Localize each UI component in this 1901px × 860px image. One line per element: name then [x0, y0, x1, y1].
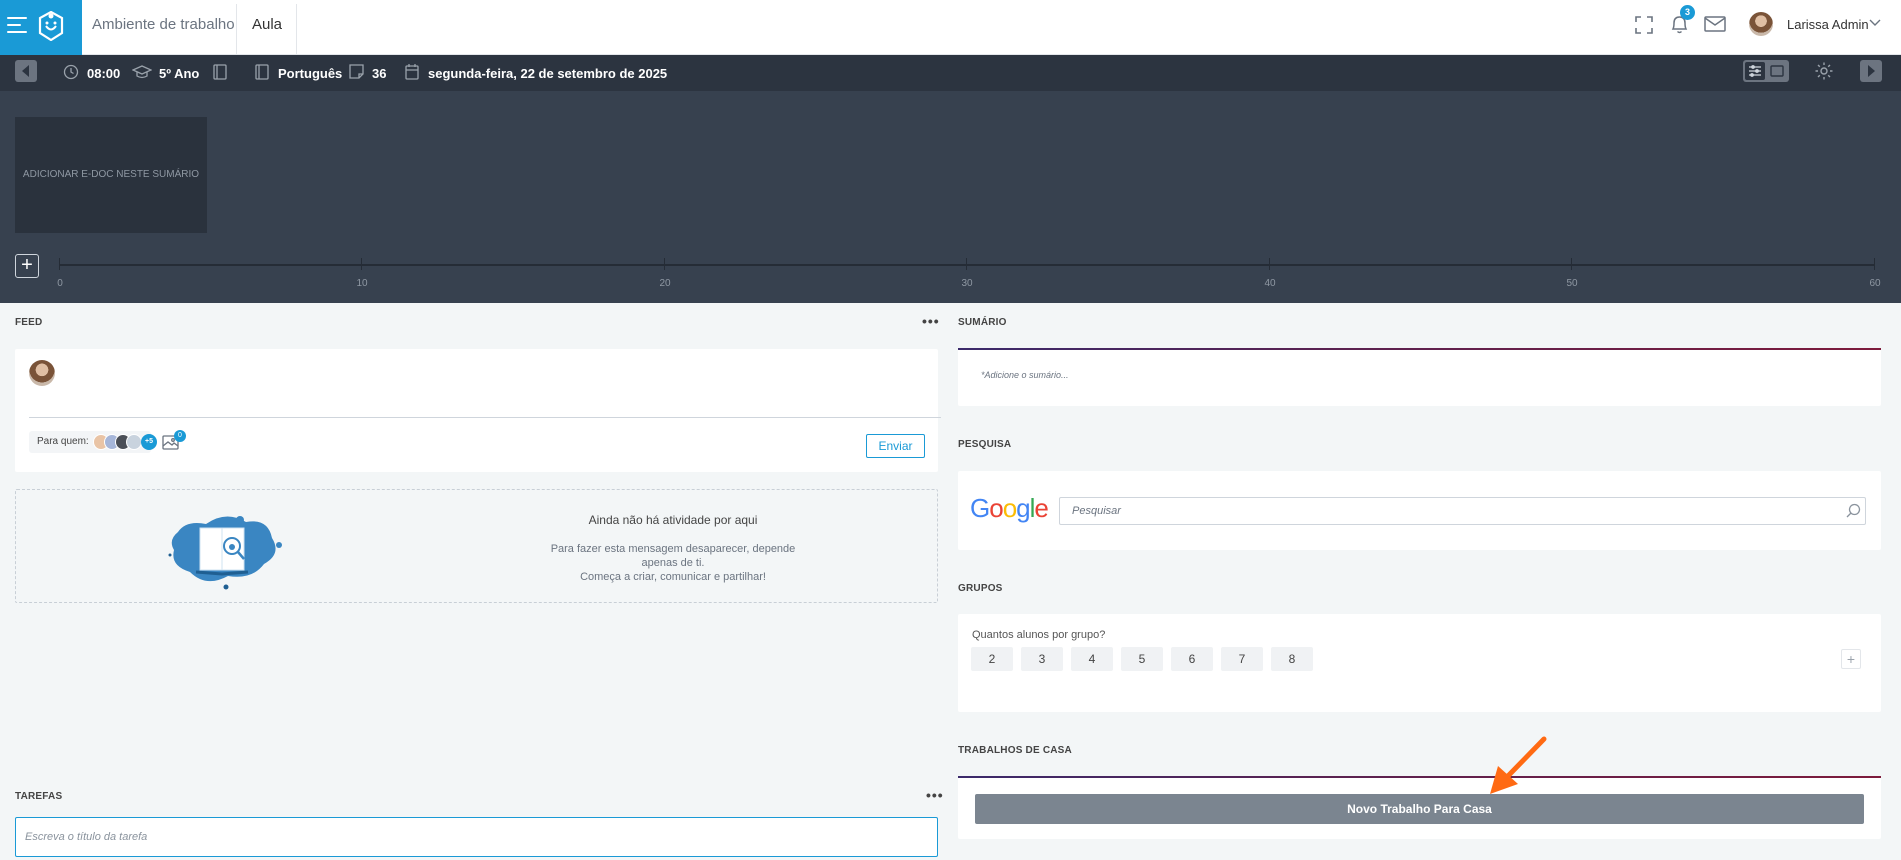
- tasks-more-button[interactable]: •••: [926, 787, 944, 803]
- lesson-time: 08:00: [87, 66, 121, 81]
- lesson-subject: Português: [278, 66, 343, 81]
- groups-title: GRUPOS: [958, 583, 1003, 594]
- timeline-tick-label: 0: [57, 278, 63, 289]
- tasks-title: TAREFAS: [15, 791, 63, 802]
- recipients-label: Para quem:: [37, 436, 89, 447]
- timeline-tick-label: 20: [659, 278, 671, 289]
- new-homework-button[interactable]: Novo Trabalho Para Casa: [975, 794, 1864, 824]
- timeline-tick: [1571, 258, 1572, 270]
- empty-feed-title: Ainda não há atividade por aqui: [588, 513, 758, 527]
- homework-card: Novo Trabalho Para Casa: [958, 776, 1881, 839]
- triangle-left-icon: [22, 65, 29, 77]
- card-view-icon[interactable]: [1767, 62, 1787, 80]
- avatar[interactable]: [1749, 12, 1773, 36]
- summary-title: SUMÁRIO: [958, 317, 1007, 328]
- list-view-icon[interactable]: [1745, 62, 1765, 80]
- recipients-selector[interactable]: Para quem: +5: [29, 431, 157, 453]
- homework-accent-line: [958, 776, 1881, 778]
- timeline-tick: [59, 258, 60, 270]
- breadcrumb-current: Aula: [252, 16, 283, 33]
- groups-card: Quantos alunos por grupo? 2 3 4 5 6 7 8 …: [958, 614, 1881, 712]
- search-icon[interactable]: [1846, 503, 1861, 518]
- group-size-option[interactable]: 7: [1221, 647, 1263, 671]
- hamburger-icon[interactable]: [7, 17, 27, 38]
- group-size-option[interactable]: 5: [1121, 647, 1163, 671]
- group-size-option[interactable]: 8: [1271, 647, 1313, 671]
- recipients-more-badge: +5: [141, 434, 157, 450]
- triangle-right-icon: [1868, 65, 1875, 77]
- clock-icon: [63, 64, 79, 80]
- task-title-input[interactable]: [15, 817, 938, 857]
- mail-icon[interactable]: [1704, 16, 1726, 32]
- timeline-tick: [1874, 258, 1875, 270]
- avatar: [29, 360, 55, 386]
- group-size-option[interactable]: 3: [1021, 647, 1063, 671]
- search-input[interactable]: [1059, 497, 1866, 525]
- add-timeline-item-button[interactable]: +: [15, 254, 39, 278]
- lesson-number: 36: [372, 66, 387, 81]
- book-icon: [213, 64, 227, 80]
- group-size-option[interactable]: 4: [1071, 647, 1113, 671]
- chevron-down-icon[interactable]: [1869, 17, 1881, 27]
- timeline-tick: [966, 258, 967, 270]
- app-logo-icon: [38, 11, 64, 41]
- feed-composer: Para quem: +5 0 Enviar: [15, 349, 941, 472]
- view-toggle[interactable]: [1743, 60, 1789, 82]
- timeline-tick: [361, 258, 362, 270]
- timeline-axis: [59, 264, 1875, 266]
- timeline-tick-label: 30: [961, 278, 973, 289]
- homework-title: TRABALHOS DE CASA: [958, 745, 1072, 756]
- menu-button[interactable]: [0, 0, 82, 55]
- timeline-tick: [664, 258, 665, 270]
- feed-empty-state: Ainda não há atividade por aqui Para faz…: [15, 489, 938, 603]
- calendar-icon: [405, 64, 419, 80]
- search-section-title: PESQUISA: [958, 439, 1012, 450]
- post-input-line[interactable]: [29, 417, 941, 418]
- timeline-tick-label: 50: [1566, 278, 1578, 289]
- timeline-tick-label: 60: [1869, 278, 1881, 289]
- user-name[interactable]: Larissa Admin: [1787, 17, 1869, 32]
- send-button[interactable]: Enviar: [866, 434, 925, 458]
- gear-icon[interactable]: [1814, 61, 1834, 81]
- timeline-tick-label: 40: [1264, 278, 1276, 289]
- summary-accent-line: [958, 348, 1881, 350]
- note-icon: [349, 64, 364, 79]
- summary-placeholder: *Adicione o sumário...: [981, 370, 1069, 380]
- book-icon: [255, 64, 269, 80]
- divider: [236, 4, 237, 54]
- next-lesson-button[interactable]: [1860, 60, 1882, 82]
- recipient-avatar: [126, 434, 142, 450]
- add-group-size-button[interactable]: +: [1841, 649, 1861, 669]
- feed-title: FEED: [15, 317, 43, 328]
- graduation-cap-icon: [132, 65, 152, 79]
- groups-question: Quantos alunos por grupo?: [972, 629, 1106, 641]
- lesson-toolbar: 08:00 5º Ano Português 36 segunda-feira,…: [0, 55, 1901, 91]
- timeline-tick: [1269, 258, 1270, 270]
- add-edoc-slot[interactable]: ADICIONAR E-DOC NESTE SUMÁRIO: [15, 117, 207, 233]
- divider: [296, 4, 297, 54]
- lesson-timeline: ADICIONAR E-DOC NESTE SUMÁRIO + 0 10 20 …: [0, 91, 1901, 303]
- group-size-option[interactable]: 6: [1171, 647, 1213, 671]
- summary-card[interactable]: *Adicione o sumário...: [958, 348, 1881, 406]
- top-bar: Ambiente de trabalho Aula 3 Larissa Admi…: [0, 0, 1901, 55]
- lesson-grade: 5º Ano: [159, 66, 200, 81]
- notification-badge: 3: [1680, 5, 1695, 20]
- empty-feed-illustration-icon: [168, 516, 282, 590]
- search-card: Google: [958, 471, 1881, 550]
- previous-lesson-button[interactable]: [15, 60, 37, 82]
- empty-feed-text: Para fazer esta mensagem desaparecer, de…: [550, 543, 796, 583]
- google-logo: Google: [970, 493, 1049, 523]
- annotation-arrow-icon: [1490, 736, 1547, 794]
- breadcrumb-home[interactable]: Ambiente de trabalho: [92, 0, 235, 55]
- attachments-badge: 0: [174, 430, 186, 442]
- timeline-tick-label: 10: [356, 278, 368, 289]
- feed-more-button[interactable]: •••: [922, 313, 940, 329]
- lesson-date: segunda-feira, 22 de setembro de 2025: [428, 66, 668, 81]
- group-size-option[interactable]: 2: [971, 647, 1013, 671]
- fullscreen-icon[interactable]: [1635, 16, 1653, 34]
